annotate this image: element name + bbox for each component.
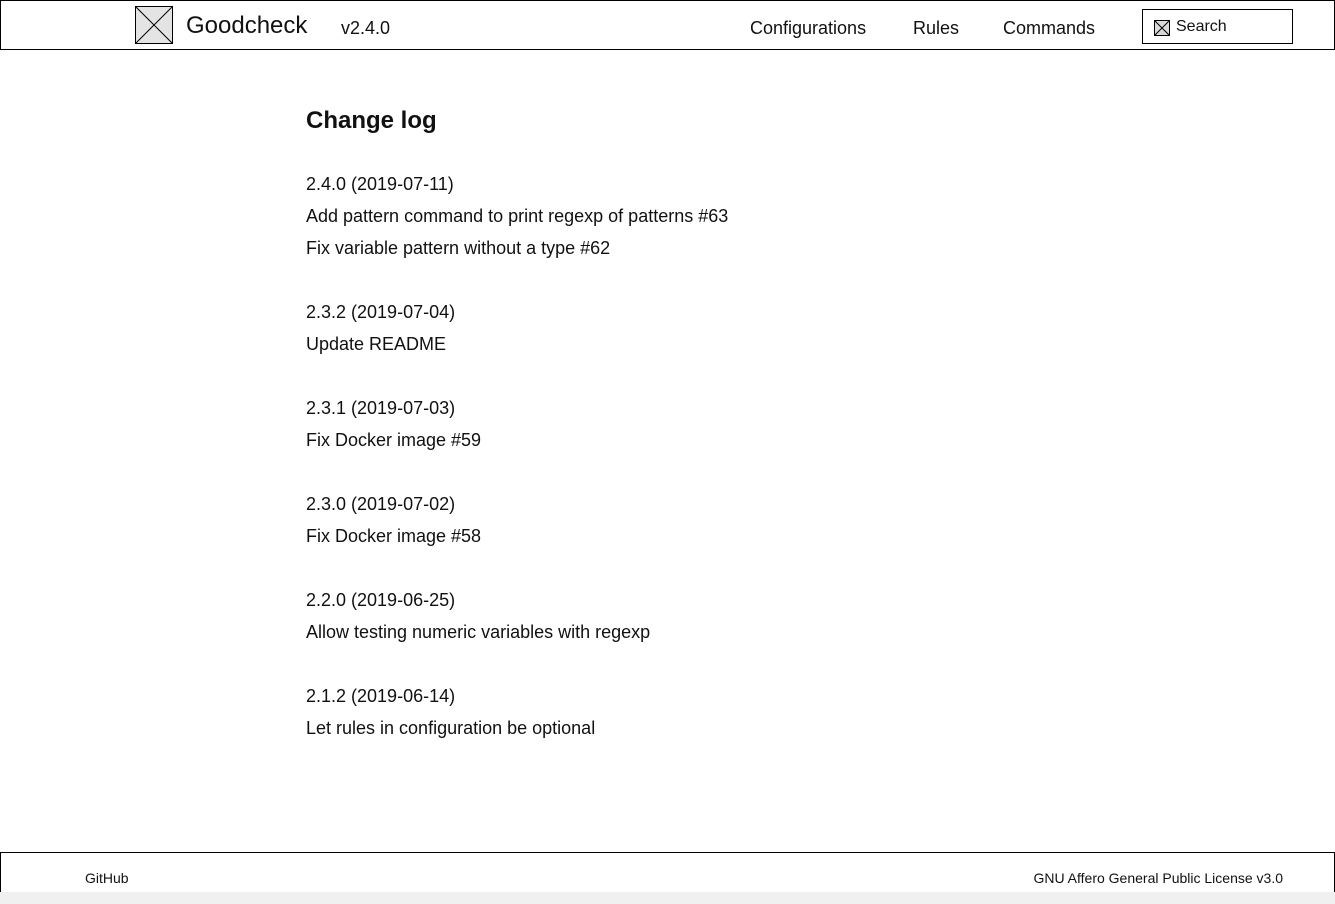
logo-cross-graphic [136, 7, 172, 43]
bottom-scroll-strip [0, 892, 1335, 904]
entry-heading: 2.1.2 (2019-06-14) [306, 686, 456, 706]
entry-item: Let rules in configuration be optional [306, 718, 596, 738]
version-label: v2.4.0 [341, 18, 391, 38]
page-title: Change log [306, 107, 437, 134]
entry-heading: 2.3.0 (2019-07-02) [306, 494, 456, 514]
nav-configurations-link[interactable]: Configurations [750, 16, 866, 40]
page: Goodcheck v2.4.0 Configurations Rules Co… [0, 0, 1335, 904]
changelog-entry-2-3-2: 2.3.2 (2019-07-04) Update README [306, 296, 1006, 360]
entry-item: Allow testing numeric variables with reg… [306, 622, 651, 642]
entry-item: Fix Docker image #59 [306, 430, 482, 450]
top-nav-bar: Goodcheck v2.4.0 Configurations Rules Co… [0, 0, 1335, 50]
search-icon-cross-graphic [1155, 21, 1169, 35]
entry-heading: 2.3.1 (2019-07-03) [306, 398, 456, 418]
changelog-entry-2-1-2: 2.1.2 (2019-06-14) Let rules in configur… [306, 680, 1006, 744]
search-icon [1154, 20, 1170, 36]
entry-item: Fix variable pattern without a type #62 [306, 238, 611, 258]
footer-license-link[interactable]: GNU Affero General Public License v3.0 [1033, 869, 1283, 887]
entry-heading: 2.4.0 (2019-07-11) [306, 174, 454, 194]
nav-rules-link[interactable]: Rules [913, 16, 959, 40]
search-box[interactable] [1142, 9, 1293, 44]
logo-placeholder-icon[interactable] [135, 6, 173, 44]
changelog-entries: 2.4.0 (2019-07-11) Add pattern command t… [306, 168, 1006, 744]
entry-item: Update README [306, 334, 447, 354]
entry-heading: 2.2.0 (2019-06-25) [306, 590, 456, 610]
nav-commands-link[interactable]: Commands [1003, 16, 1095, 40]
changelog-content: Change log 2.4.0 (2019-07-11) Add patter… [306, 104, 1006, 776]
changelog-entry-2-3-0: 2.3.0 (2019-07-02) Fix Docker image #58 [306, 488, 1006, 552]
entry-item: Add pattern command to print regexp of p… [306, 206, 729, 226]
changelog-entry-2-2-0: 2.2.0 (2019-06-25) Allow testing numeric… [306, 584, 1006, 648]
footer-github-link[interactable]: GitHub [85, 869, 129, 887]
entry-item: Fix Docker image #58 [306, 526, 482, 546]
changelog-entry-2-3-1: 2.3.1 (2019-07-03) Fix Docker image #59 [306, 392, 1006, 456]
search-input[interactable] [1176, 16, 1286, 38]
brand-name[interactable]: Goodcheck [186, 11, 307, 41]
entry-heading: 2.3.2 (2019-07-04) [306, 302, 456, 322]
changelog-entry-2-4-0: 2.4.0 (2019-07-11) Add pattern command t… [306, 168, 1006, 264]
